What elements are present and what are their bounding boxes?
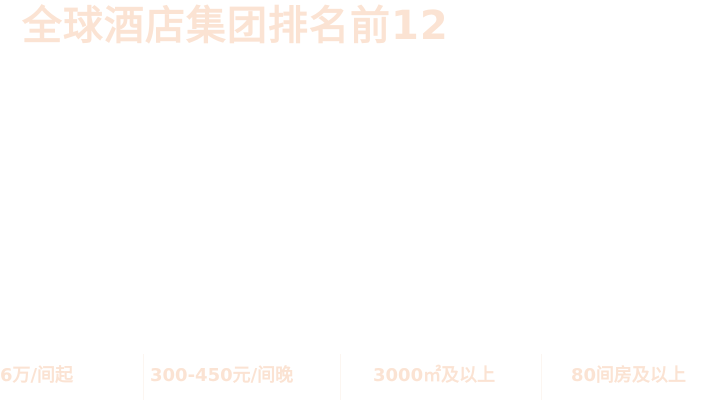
page-title: 全球酒店集团排名前12 <box>22 3 449 49</box>
stat-label: 3000㎡及以上 <box>373 364 496 386</box>
stat-item-room-rate: 300-450元/间晚 <box>150 350 293 401</box>
stat-label: 300-450元/间晚 <box>150 364 294 386</box>
stat-label: 80间房及以上 <box>571 364 687 386</box>
stat-divider <box>541 354 542 400</box>
stat-label: 6万/间起 <box>0 364 74 386</box>
stat-item-room-count: 80间房及以上 <box>571 350 686 401</box>
stat-item-area: 3000㎡及以上 <box>373 350 495 401</box>
stat-divider <box>143 354 144 400</box>
stat-divider <box>340 354 341 400</box>
stat-item-price-per-room: 6万/间起 <box>0 350 73 401</box>
stats-bar: 6万/间起 300-450元/间晚 3000㎡及以上 80间房及以上 <box>0 350 704 401</box>
